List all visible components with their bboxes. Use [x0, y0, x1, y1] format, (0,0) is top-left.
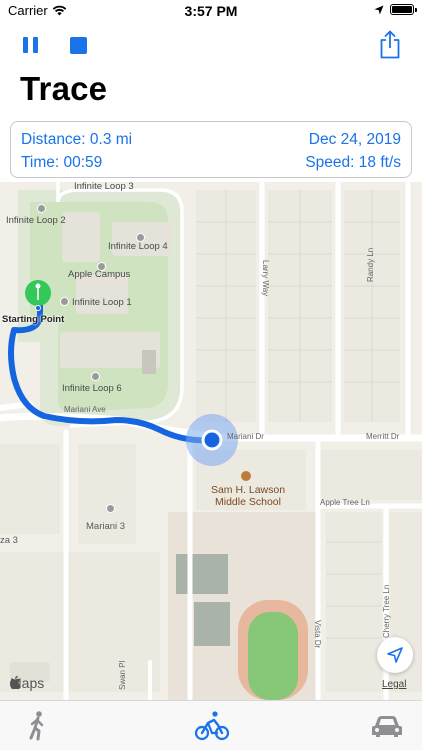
trip-stats-card: Distance: 0.3 mi Time: 00:59 Dec 24, 201…	[10, 121, 412, 178]
road-label: Vista Dr	[313, 620, 322, 649]
tab-walk[interactable]	[18, 709, 58, 743]
location-arrow-icon	[387, 647, 403, 663]
distance-value: Distance: 0.3 mi	[21, 131, 133, 148]
trip-date: Dec 24, 2019	[308, 131, 401, 148]
share-button[interactable]	[378, 30, 402, 60]
road-label: Mariani Ave	[64, 405, 106, 414]
school-label: Sam H. Lawson Middle School	[210, 484, 286, 508]
apple-logo-icon	[10, 675, 21, 689]
road-label: Swan Pl	[118, 660, 127, 690]
poi-dot	[91, 372, 100, 381]
stop-icon	[70, 37, 87, 54]
pause-button[interactable]	[20, 34, 42, 56]
legal-link[interactable]: Legal	[382, 679, 406, 690]
location-arrow-icon	[374, 5, 384, 14]
battery-icon	[390, 4, 417, 15]
starting-point-label: Starting Point	[2, 314, 65, 325]
stop-button[interactable]	[68, 34, 90, 56]
road-label: Larry Way	[261, 260, 270, 297]
place-label: Infinite Loop 6	[62, 383, 122, 394]
road-label: Apple Tree Ln	[320, 498, 370, 507]
current-location-icon	[186, 414, 238, 466]
place-label: za 3	[0, 535, 18, 546]
tab-bike[interactable]	[192, 709, 232, 743]
page-title: Trace	[20, 70, 108, 107]
share-icon	[380, 30, 400, 59]
road-label: Cherry Tree Ln	[382, 584, 391, 638]
road-label: Randy Ln	[366, 247, 375, 282]
place-label: Mariani 3	[86, 521, 126, 532]
speed-value: Speed: 18 ft/s	[305, 154, 401, 171]
apple-maps-logo: Maps	[10, 675, 44, 691]
place-label: Infinite Loop 4	[108, 241, 168, 252]
car-icon	[372, 716, 402, 737]
locate-me-button[interactable]	[377, 637, 413, 673]
walk-icon	[29, 711, 44, 741]
poi-dot	[106, 504, 115, 513]
place-label: Infinite Loop 3	[74, 182, 134, 192]
poi-dot	[60, 297, 69, 306]
tab-car[interactable]	[367, 709, 407, 743]
place-label: Infinite Loop 1	[72, 297, 132, 308]
place-label: Apple Campus	[68, 269, 131, 280]
toolbar	[0, 28, 422, 64]
bike-icon	[194, 711, 230, 741]
transport-mode-tab-bar	[0, 700, 422, 750]
elapsed-time-value: Time: 00:59	[21, 154, 103, 171]
status-bar: Carrier 3:57 PM	[0, 0, 422, 22]
clock: 3:57 PM	[184, 3, 238, 19]
poi-dot	[37, 204, 46, 213]
map-view[interactable]: Infinite Loop 3 Infinite Loop 2 Infinite…	[0, 182, 422, 700]
start-pin-icon[interactable]	[24, 279, 52, 307]
place-label: Infinite Loop 2	[6, 215, 66, 226]
road-label: Merritt Dr	[366, 432, 400, 441]
